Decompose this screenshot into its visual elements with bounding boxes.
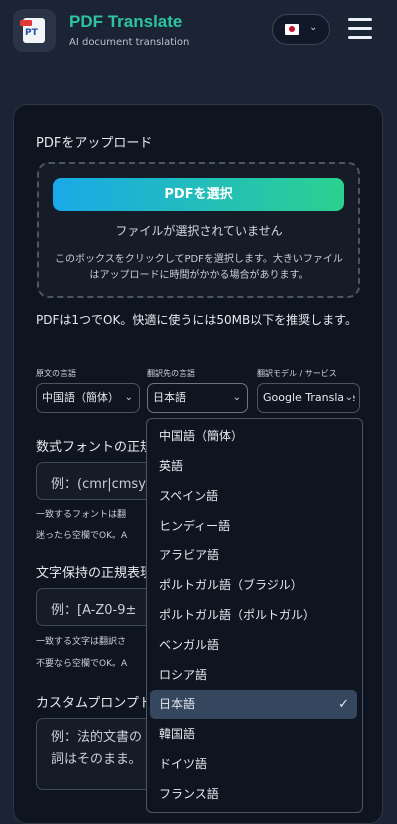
formula-font-label: 数式フォントの正規	[36, 440, 154, 455]
formula-font-help-2: 迷ったら空欄でOK。A	[36, 531, 128, 541]
dropdown-option[interactable]: ヒンディー語	[150, 512, 357, 541]
app-logo[interactable]: PT	[13, 9, 56, 52]
preserve-regex-label: 文字保持の正規表現	[36, 566, 154, 581]
dropdown-option-label: 日本語	[159, 697, 196, 711]
target-language-label: 翻訳先の言語	[147, 369, 195, 378]
chevron-down-icon: ⌄	[309, 22, 318, 33]
dropdown-option[interactable]: アラビア語	[150, 541, 357, 570]
dropdown-option[interactable]: スペイン語	[150, 482, 357, 511]
pdf-document-icon: PT	[20, 18, 45, 43]
source-language-label: 原文の言語	[36, 369, 76, 378]
app-subtitle: AI document translation	[69, 37, 190, 48]
upload-hint: このボックスをクリックしてPDFを選択します。大きいファイルはアップロードに時間…	[55, 254, 343, 281]
upload-label: PDFをアップロード	[36, 136, 153, 151]
logo-text: PT	[25, 28, 38, 38]
chevron-down-icon: ⌄	[232, 392, 241, 403]
no-file-status: ファイルが選択されていません	[115, 224, 283, 238]
size-recommendation: PDFは1つでOK。快適に使うには50MB以下を推奨します。	[36, 313, 357, 327]
model-select[interactable]: Google Translate ⌄	[257, 383, 360, 413]
dropdown-option[interactable]: 韓国語	[150, 720, 357, 749]
model-label: 翻訳モデル / サービス	[257, 369, 337, 378]
dropdown-option-selected[interactable]: 日本語 ✓	[150, 690, 357, 719]
chevron-down-icon: ⌄	[342, 384, 353, 412]
app-title: PDF Translate	[69, 12, 183, 31]
dropdown-option[interactable]: ポルトガル語（ポルトガル）	[150, 601, 357, 630]
dropdown-option[interactable]: フランス語	[150, 780, 357, 809]
model-value: Google Translate	[263, 391, 356, 404]
chevron-down-icon: ⌄	[124, 392, 133, 403]
language-switch-button[interactable]: ⌄	[272, 14, 330, 45]
target-language-value: 日本語	[153, 391, 186, 404]
japan-flag-icon	[285, 24, 299, 35]
target-language-select[interactable]: 日本語 ⌄	[147, 383, 248, 413]
dropdown-option[interactable]: ポルトガル語（ブラジル）	[150, 571, 357, 600]
dropdown-option[interactable]: ロシア語	[150, 661, 357, 690]
custom-prompt-label: カスタムプロンプト	[36, 696, 152, 711]
pdf-badge	[20, 20, 32, 26]
checkmark-icon: ✓	[338, 697, 349, 712]
dropdown-option[interactable]: 中国語（簡体）	[150, 422, 357, 451]
preserve-regex-help-2: 不要なら空欄でOK。A	[36, 659, 128, 669]
dropdown-option[interactable]: ドイツ語	[150, 750, 357, 779]
source-language-value: 中国語（簡体）	[42, 391, 119, 404]
formula-font-help-1: 一致するフォントは翻	[36, 510, 127, 520]
app-header: PT PDF Translate AI document translation…	[0, 0, 397, 64]
dropdown-option[interactable]: 英語	[150, 452, 357, 481]
hamburger-menu-icon[interactable]	[348, 18, 372, 40]
dropdown-option[interactable]: ベンガル語	[150, 631, 357, 660]
target-language-dropdown: 中国語（簡体） 英語 スペイン語 ヒンディー語 アラビア語 ポルトガル語（ブラジ…	[146, 418, 363, 813]
select-pdf-button[interactable]: PDFを選択	[53, 178, 344, 211]
preserve-regex-help-1: 一致する文字は翻訳さ	[36, 637, 127, 647]
source-language-select[interactable]: 中国語（簡体） ⌄	[36, 383, 140, 413]
